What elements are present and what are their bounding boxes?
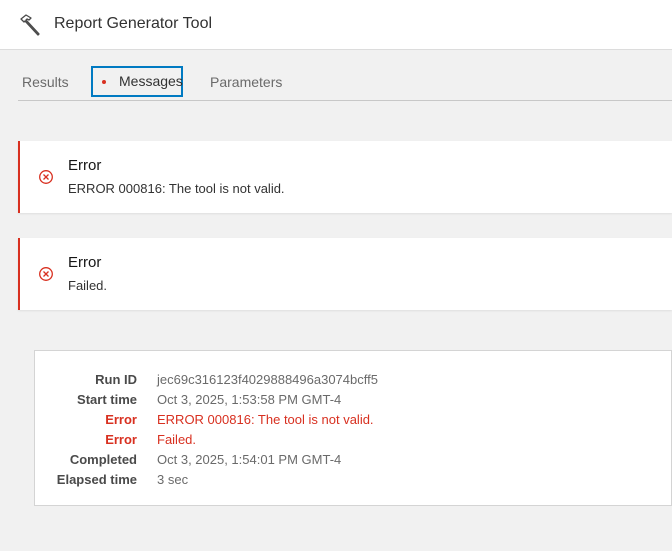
- tab-messages[interactable]: Messages: [91, 66, 183, 97]
- summary-row-error: Error Failed.: [47, 429, 378, 449]
- summary-value: Failed.: [157, 431, 197, 447]
- run-summary-panel: Run ID jec69c316123f4029888496a3074bcff5…: [34, 350, 672, 506]
- summary-row: Run ID jec69c316123f4029888496a3074bcff5: [47, 369, 378, 389]
- message-title: Error: [68, 157, 102, 174]
- summary-row-error: Error ERROR 000816: The tool is not vali…: [47, 409, 378, 429]
- summary-value: ERROR 000816: The tool is not valid.: [157, 411, 374, 427]
- summary-row: Elapsed time 3 sec: [47, 469, 378, 489]
- summary-row: Completed Oct 3, 2025, 1:54:01 PM GMT-4: [47, 449, 378, 469]
- summary-value: Oct 3, 2025, 1:54:01 PM GMT-4: [157, 451, 342, 467]
- summary-value: 3 sec: [157, 471, 189, 487]
- error-message-card: Error Failed.: [18, 238, 672, 310]
- error-message-card: Error ERROR 000816: The tool is not vali…: [18, 141, 672, 213]
- hammer-icon: [20, 14, 40, 36]
- summary-value: Oct 3, 2025, 1:53:58 PM GMT-4: [157, 391, 342, 407]
- error-dot-icon: [102, 80, 106, 84]
- summary-key: Error: [105, 431, 137, 447]
- error-circle-x-icon: [39, 267, 53, 281]
- message-text: ERROR 000816: The tool is not valid.: [68, 181, 285, 196]
- summary-key: Start time: [77, 391, 137, 407]
- tool-title: Report Generator Tool: [54, 15, 213, 32]
- tab-results[interactable]: Results: [22, 66, 69, 98]
- message-text: Failed.: [68, 278, 108, 293]
- tab-bar: Results Messages Parameters: [18, 49, 672, 101]
- summary-value: jec69c316123f4029888496a3074bcff5: [157, 371, 378, 387]
- summary-row: Start time Oct 3, 2025, 1:53:58 PM GMT-4: [47, 389, 378, 409]
- tab-parameters[interactable]: Parameters: [210, 66, 282, 98]
- message-title: Error: [68, 254, 102, 271]
- summary-key: Error: [105, 411, 137, 427]
- run-summary-table: Run ID jec69c316123f4029888496a3074bcff5…: [47, 369, 378, 489]
- tab-messages-label: Messages: [119, 73, 183, 89]
- summary-key: Run ID: [95, 371, 137, 387]
- error-circle-x-icon: [39, 170, 53, 184]
- summary-key: Completed: [69, 451, 137, 467]
- summary-key: Elapsed time: [56, 471, 137, 487]
- title-bar: Report Generator Tool: [0, 0, 672, 50]
